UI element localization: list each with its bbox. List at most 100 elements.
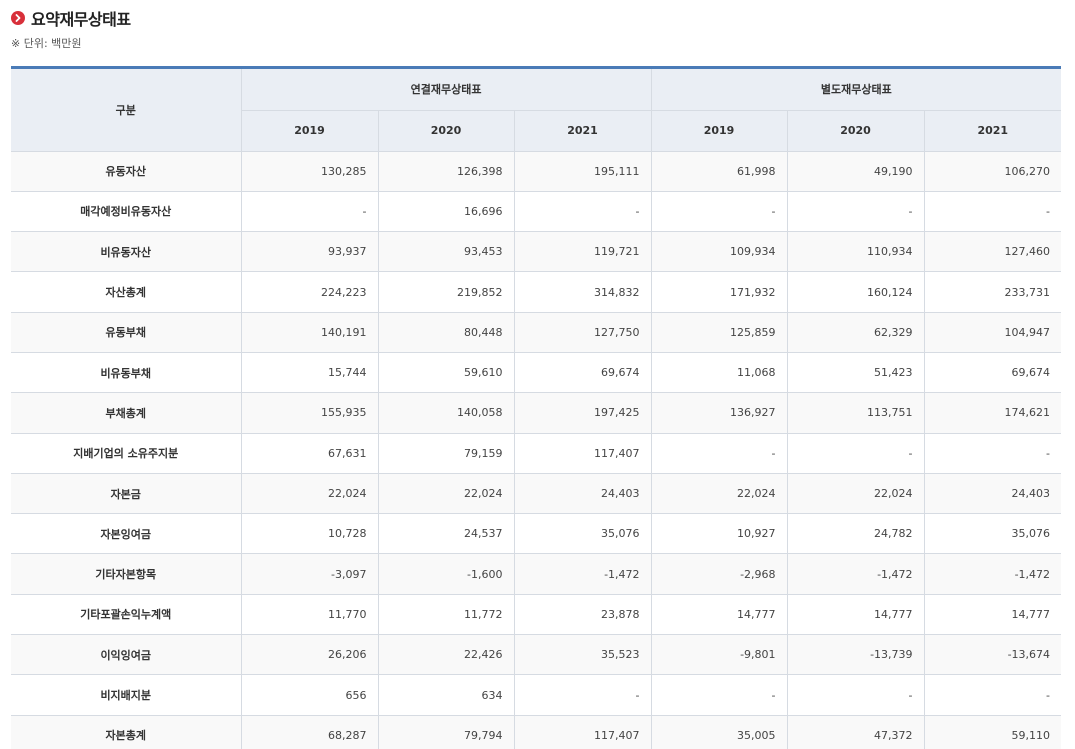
- table-cell: -: [924, 191, 1062, 233]
- table-cell: 61,998: [651, 151, 788, 192]
- table-cell: 174,621: [924, 392, 1062, 434]
- row-label: 자산총계: [11, 271, 242, 313]
- table-cell: 155,935: [241, 392, 379, 434]
- page: 요약재무상태표 ※ 단위: 백만원 구분 연결재무상태표 별도재무상태표 201…: [0, 0, 1075, 749]
- table-cell: 117,407: [514, 433, 652, 474]
- table-cell: 117,407: [514, 715, 652, 749]
- table-cell: -2,968: [651, 553, 788, 595]
- table-cell: 15,744: [241, 352, 379, 394]
- table-cell: 140,191: [241, 312, 379, 353]
- row-label: 매각예정비유동자산: [11, 191, 242, 233]
- table-row: 자산총계 224,223 219,852 314,832 171,932 160,124 2…: [11, 271, 1062, 313]
- table-cell: 113,751: [787, 392, 925, 434]
- table-cell: 126,398: [378, 151, 515, 192]
- table-cell: 195,111: [514, 151, 652, 192]
- table-cell: 22,024: [787, 473, 925, 515]
- table-cell: 634: [378, 674, 515, 716]
- table-cell: -: [514, 674, 652, 716]
- page-title: 요약재무상태표: [31, 10, 131, 29]
- table-cell: 127,750: [514, 312, 652, 353]
- table-cell: 93,937: [241, 231, 379, 273]
- table-cell: 314,832: [514, 271, 652, 313]
- table-row: 비지배지분 656 634- - - -: [11, 674, 1062, 716]
- table-cell: 104,947: [924, 312, 1062, 353]
- table-cell: 11,772: [378, 594, 515, 636]
- table-cell: 35,523: [514, 634, 652, 676]
- row-label: 비유동부채: [11, 352, 242, 394]
- row-label: 기타포괄손익누계액: [11, 594, 242, 636]
- table-cell: 24,537: [378, 513, 515, 555]
- table-cell: 224,223: [241, 271, 379, 313]
- table-cell: 22,426: [378, 634, 515, 676]
- table-row: 유동부채 140,191 80,448 127,750 125,859 62,329 104…: [11, 312, 1062, 353]
- table-cell: 22,024: [378, 473, 515, 515]
- table-cell: 11,770: [241, 594, 379, 636]
- table-cell: -: [787, 433, 925, 474]
- table-cell: 79,794: [378, 715, 515, 749]
- table-cell: 35,076: [924, 513, 1062, 555]
- table-cell: -9,801: [651, 634, 788, 676]
- header-group-consolidated: 연결재무상태표: [241, 69, 652, 111]
- table-cell: 14,777: [651, 594, 788, 636]
- table-body: 유동자산 130,285 126,398 195,111 61,998 49,190 106…: [11, 151, 1062, 749]
- section-header: 요약재무상태표: [11, 7, 131, 29]
- table-cell: 59,110: [924, 715, 1062, 749]
- header-year: 2019: [651, 110, 788, 152]
- table-cell: 24,782: [787, 513, 925, 555]
- table-row: 자본총계 68,287 79,794 117,407 35,005 47,372 59,11…: [11, 715, 1062, 749]
- table-cell: 11,068: [651, 352, 788, 394]
- table-cell: -: [924, 674, 1062, 716]
- table-cell: -: [787, 191, 925, 233]
- table-cell: -1,472: [514, 553, 652, 595]
- table-cell: 109,934: [651, 231, 788, 273]
- table-cell: 24,403: [514, 473, 652, 515]
- table-cell: 110,934: [787, 231, 925, 273]
- row-label: 유동자산: [11, 151, 242, 192]
- table-cell: 67,631: [241, 433, 379, 474]
- row-label: 자본잉여금: [11, 513, 242, 555]
- table-cell: 23,878: [514, 594, 652, 636]
- financial-table-container: 구분 연결재무상태표 별도재무상태표 2019 2020 2021 2019 2…: [11, 66, 1062, 749]
- table-row: 유동자산 130,285 126,398 195,111 61,998 49,190 106…: [11, 151, 1062, 192]
- table-cell: 136,927: [651, 392, 788, 434]
- row-label: 유동부채: [11, 312, 242, 353]
- table-cell: -: [924, 433, 1062, 474]
- table-cell: 47,372: [787, 715, 925, 749]
- table-cell: 14,777: [787, 594, 925, 636]
- table-row: 이익잉여금 26,206 22,426 35,523 -9,801 -13,739 -13,…: [11, 634, 1062, 676]
- table-cell: 79,159: [378, 433, 515, 474]
- table-cell: -1,600: [378, 553, 515, 595]
- table-row: 매각예정비유동자산 -16,696- - - -: [11, 191, 1062, 233]
- financial-summary-table: 구분 연결재무상태표 별도재무상태표 2019 2020 2021 2019 2…: [11, 69, 1062, 749]
- table-cell: 160,124: [787, 271, 925, 313]
- table-row: 부채총계 155,935 140,058 197,425 136,927 113,751 1…: [11, 392, 1062, 434]
- table-cell: 22,024: [651, 473, 788, 515]
- table-cell: 14,777: [924, 594, 1062, 636]
- table-cell: -13,739: [787, 634, 925, 676]
- row-label: 기타자본항목: [11, 553, 242, 595]
- table-cell: 22,024: [241, 473, 379, 515]
- table-cell: 127,460: [924, 231, 1062, 273]
- table-cell: 197,425: [514, 392, 652, 434]
- table-cell: 49,190: [787, 151, 925, 192]
- header-category: 구분: [11, 69, 242, 152]
- table-row: 비유동자산 93,937 93,453 119,721 109,934 110,934 12…: [11, 231, 1062, 273]
- table-cell: 80,448: [378, 312, 515, 353]
- table-cell: -1,472: [924, 553, 1062, 595]
- table-row: 비유동부채 15,744 59,610 69,674 11,068 51,423 69,67…: [11, 352, 1062, 394]
- table-cell: 171,932: [651, 271, 788, 313]
- table-cell: -: [787, 674, 925, 716]
- row-label: 이익잉여금: [11, 634, 242, 676]
- table-cell: 26,206: [241, 634, 379, 676]
- table-cell: 219,852: [378, 271, 515, 313]
- table-cell: 24,403: [924, 473, 1062, 515]
- header-year: 2020: [787, 110, 925, 152]
- table-cell: -13,674: [924, 634, 1062, 676]
- header-year: 2019: [241, 110, 379, 152]
- table-row: 자본금 22,024 22,024 24,403 22,024 22,024 24,403: [11, 473, 1062, 515]
- table-cell: 35,076: [514, 513, 652, 555]
- table-cell: 59,610: [378, 352, 515, 394]
- table-cell: 656: [241, 674, 379, 716]
- table-cell: -: [651, 674, 788, 716]
- table-cell: 93,453: [378, 231, 515, 273]
